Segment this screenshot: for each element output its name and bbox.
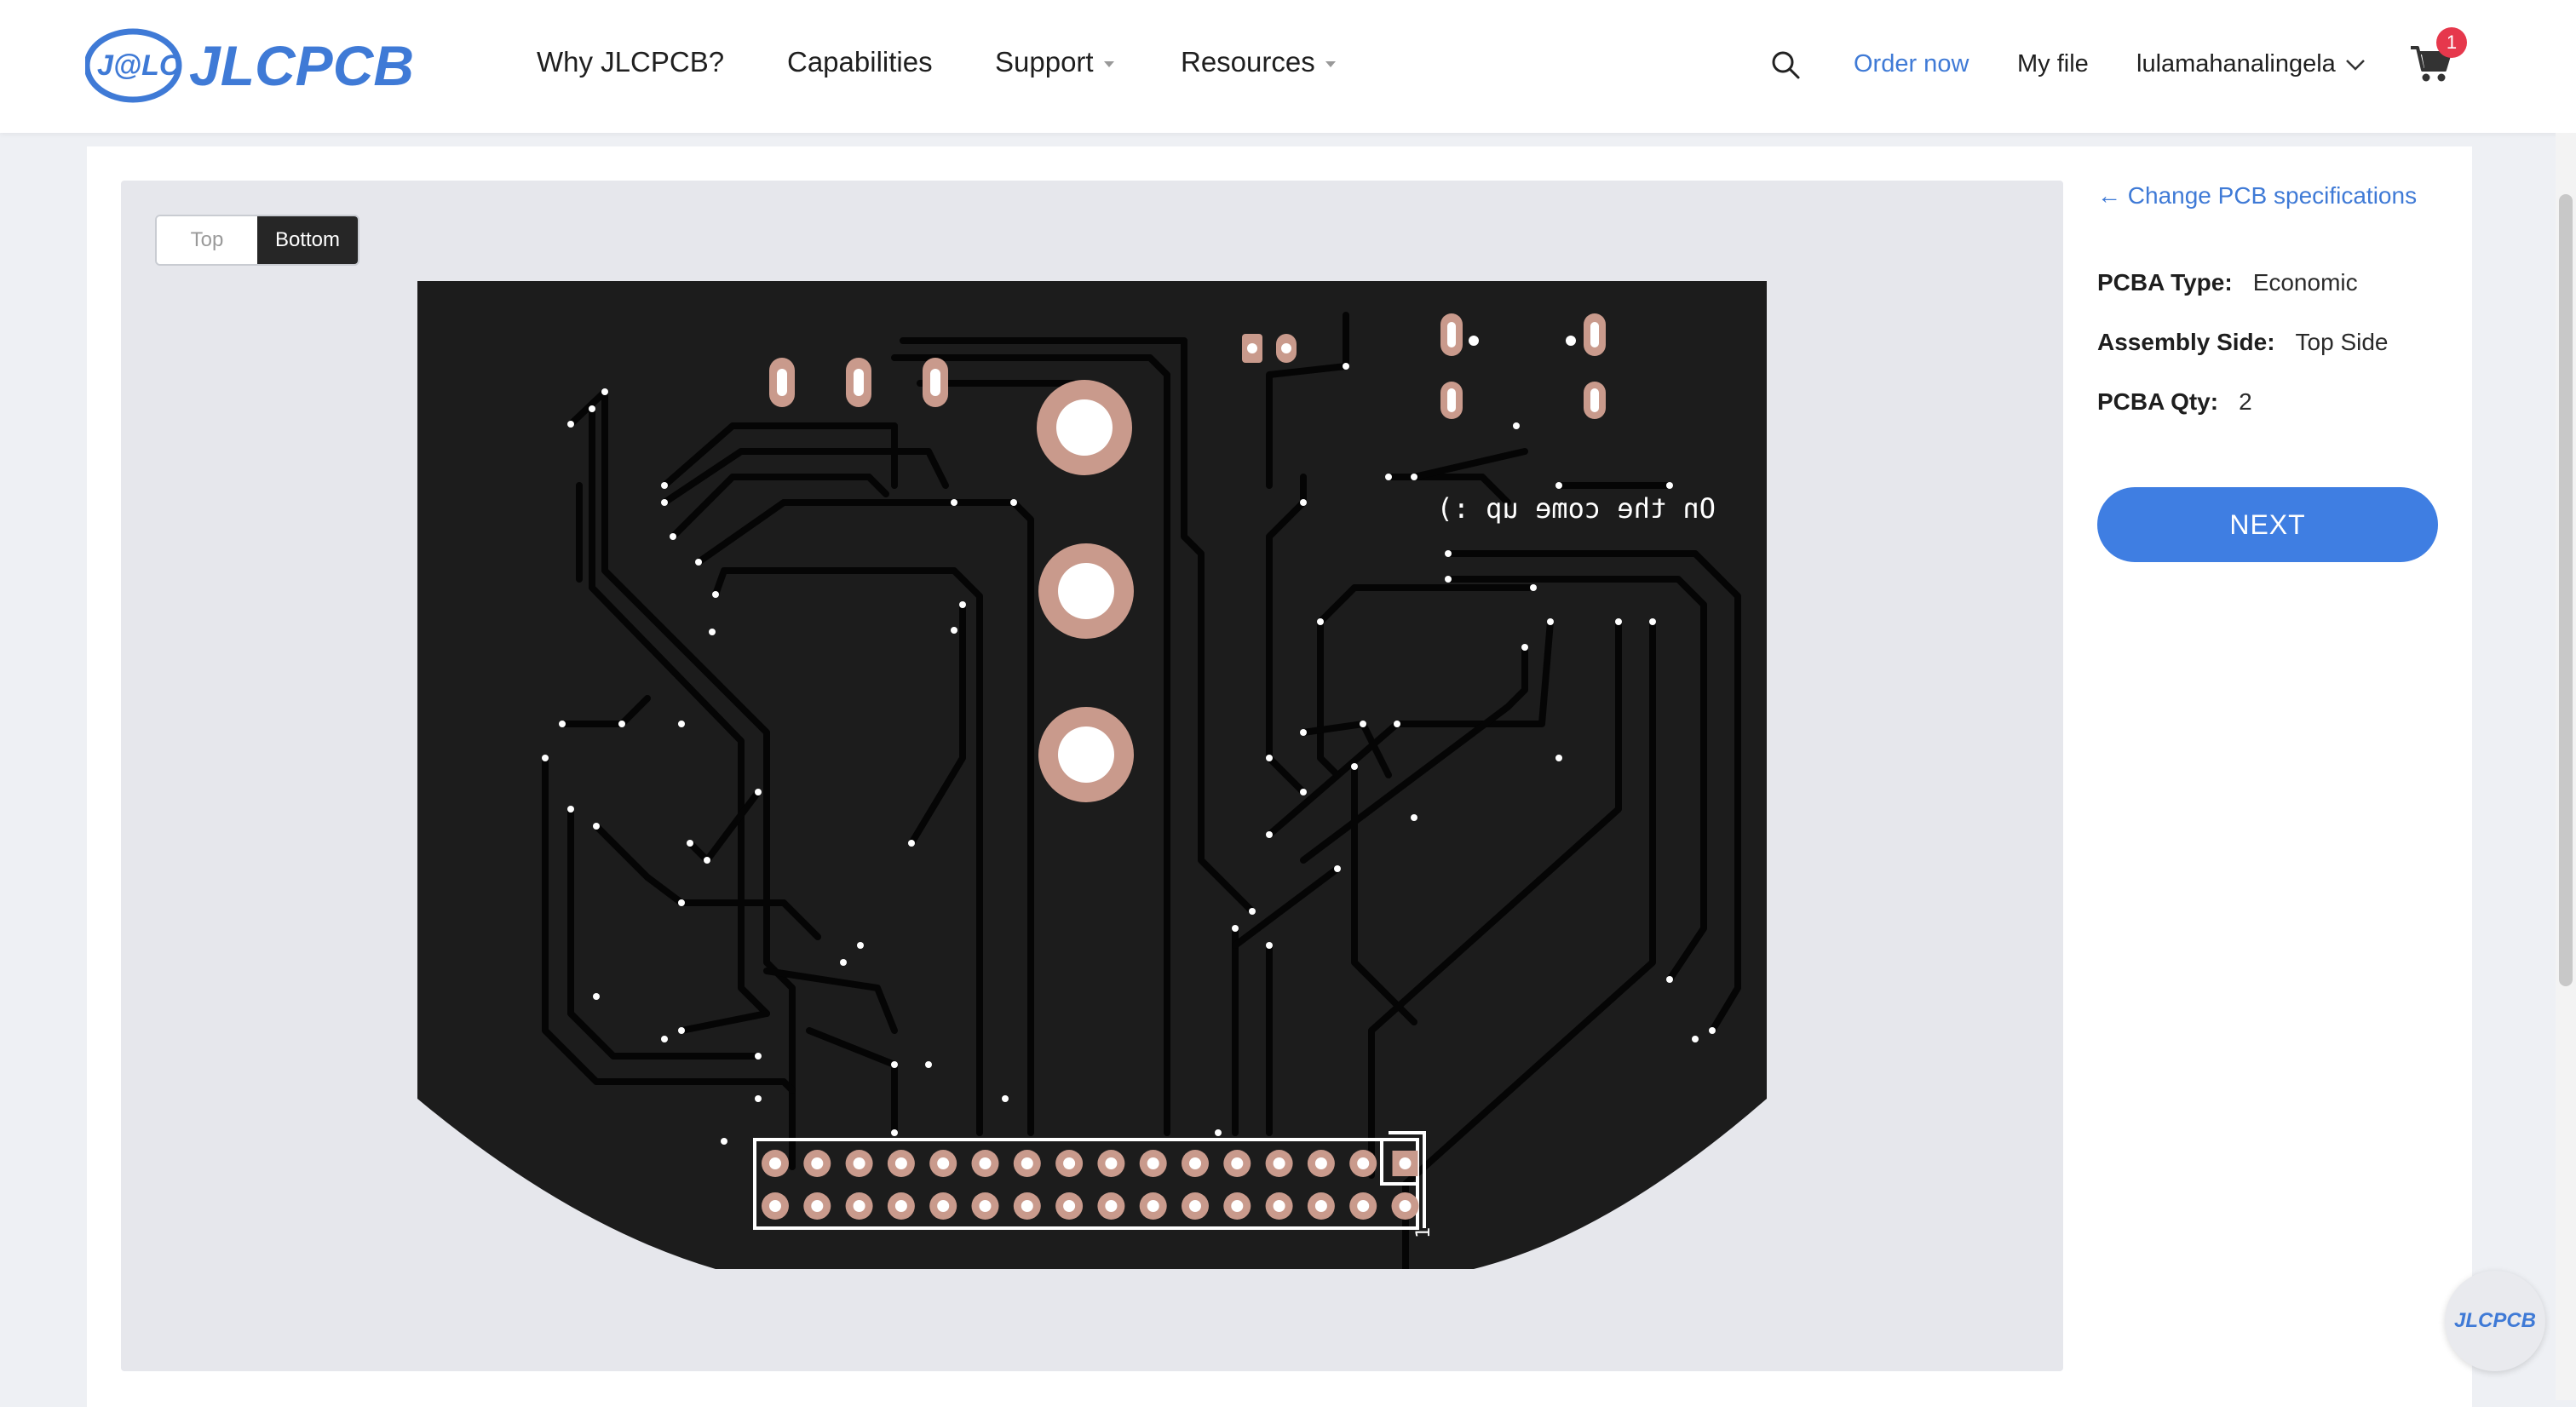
- header-pin-hole: [1063, 1157, 1076, 1169]
- caret-down-icon: [1325, 60, 1336, 67]
- spec-value: 2: [2239, 388, 2252, 415]
- header-pin-hole: [769, 1157, 781, 1169]
- nav-resources-label: Resources: [1181, 46, 1315, 78]
- spec-key: PCBA Qty:: [2097, 388, 2219, 415]
- header-pin-hole: [1147, 1200, 1159, 1212]
- header-pin-hole: [1399, 1200, 1412, 1212]
- header-pin-hole: [1314, 1157, 1327, 1169]
- pcb-bottom-render[interactable]: On the come up :) 1: [417, 281, 1767, 1269]
- caret-down-icon: [1103, 60, 1114, 67]
- header-pin-hole: [769, 1200, 781, 1212]
- header-pin-hole: [979, 1157, 992, 1169]
- header-pin-hole: [1147, 1157, 1159, 1169]
- header-pin-hole: [1105, 1157, 1118, 1169]
- header-pin-hole: [1273, 1200, 1285, 1212]
- header-pin-hole: [1357, 1157, 1370, 1169]
- next-button[interactable]: NEXT: [2097, 487, 2438, 562]
- nav-why-jlcpcb-label: Why JLCPCB?: [537, 46, 725, 78]
- header-pin-hole: [937, 1200, 950, 1212]
- header-pin-hole: [811, 1200, 824, 1212]
- header-pin-hole: [1189, 1200, 1201, 1212]
- header-pin-hole: [1231, 1200, 1244, 1212]
- header-pin-hole: [979, 1200, 992, 1212]
- spec-key: PCBA Type:: [2097, 269, 2233, 296]
- header-pin-hole: [1231, 1157, 1244, 1169]
- header-pin-hole: [853, 1157, 865, 1169]
- header-pin-hole: [1105, 1200, 1118, 1212]
- header-pin-hole: [1021, 1200, 1033, 1212]
- header-pin-hole: [894, 1157, 907, 1169]
- cart-count-badge: 1: [2436, 27, 2467, 58]
- header-pin-hole: [1063, 1200, 1076, 1212]
- user-menu[interactable]: lulamahanalingela: [2136, 50, 2366, 78]
- nav-support-label: Support: [995, 46, 1094, 78]
- nav-resources[interactable]: Resources: [1181, 46, 1336, 78]
- logo-badge: J@LC: [97, 49, 181, 82]
- toggle-bottom-button[interactable]: Bottom: [257, 216, 358, 264]
- top-header: J@LC JLCPCB Why JLCPCB? Capabilities Sup…: [0, 0, 2576, 133]
- chevron-down-icon: [2345, 60, 2365, 72]
- jlcpcb-logo[interactable]: J@LC JLCPCB: [85, 26, 434, 106]
- spec-pcba-type: PCBA Type: Economic: [2097, 269, 2358, 296]
- search-icon[interactable]: [1770, 49, 1801, 80]
- side-toggle: Top Bottom: [155, 215, 359, 266]
- header-pin-hole: [1273, 1157, 1285, 1169]
- connector-pin1-label: 1: [1413, 1227, 1435, 1238]
- header-pin-hole: [1189, 1157, 1201, 1169]
- nav-support[interactable]: Support: [995, 46, 1114, 78]
- order-now-link[interactable]: Order now: [1854, 50, 1969, 78]
- jlcpcb-chat-badge[interactable]: JLCPCB: [2445, 1271, 2545, 1371]
- header-pin-hole: [853, 1200, 865, 1212]
- header-pin-hole: [1314, 1200, 1327, 1212]
- nav-capabilities-label: Capabilities: [787, 46, 933, 78]
- header-pin-hole: [1021, 1157, 1033, 1169]
- header-pin-hole: [811, 1157, 824, 1169]
- header-pin-hole: [937, 1157, 950, 1169]
- header-pin-hole: [894, 1200, 907, 1212]
- spec-key: Assembly Side:: [2097, 329, 2275, 355]
- nav-why-jlcpcb[interactable]: Why JLCPCB?: [537, 46, 724, 78]
- header-pin-hole: [1399, 1157, 1412, 1169]
- spec-assembly-side: Assembly Side: Top Side: [2097, 329, 2389, 356]
- spec-pcba-qty: PCBA Qty: 2: [2097, 388, 2252, 416]
- toggle-top-button[interactable]: Top: [157, 216, 257, 264]
- scrollbar-thumb[interactable]: [2559, 194, 2573, 986]
- header-pin-hole: [1357, 1200, 1370, 1212]
- change-pcb-specs-link[interactable]: ← Change PCB specifications: [2097, 182, 2417, 210]
- spec-value: Top Side: [2295, 329, 2389, 355]
- logo-text: JLCPCB: [189, 34, 414, 97]
- silkscreen-text: On the come up :): [1436, 492, 1716, 525]
- username-label: lulamahanalingela: [2136, 50, 2336, 78]
- spec-value: Economic: [2252, 269, 2358, 296]
- nav-capabilities[interactable]: Capabilities: [787, 46, 933, 78]
- my-file-link[interactable]: My file: [2017, 50, 2089, 78]
